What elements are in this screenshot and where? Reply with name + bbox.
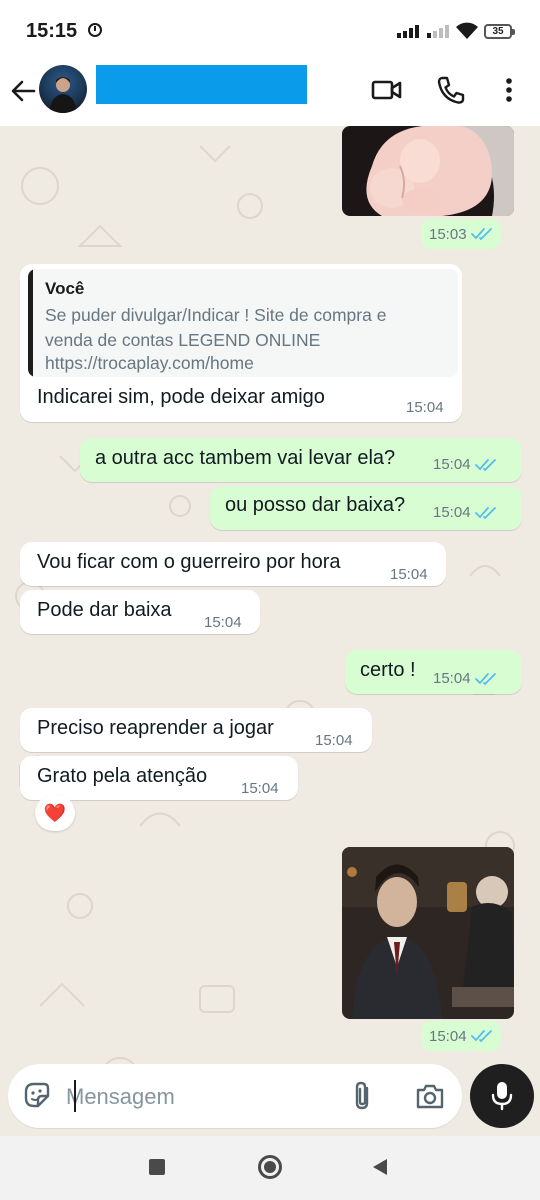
video-camera-icon[interactable] bbox=[368, 72, 404, 108]
triangle-back-icon[interactable] bbox=[372, 1158, 388, 1176]
message-time: 15:04 bbox=[406, 399, 444, 416]
image-message-time: 15:04 bbox=[421, 1021, 501, 1051]
message-text: a outra acc tambem vai levar ela? bbox=[95, 447, 396, 469]
message-time: 15:04 bbox=[241, 780, 279, 797]
text-caret bbox=[74, 1080, 76, 1112]
message-time: 15:04 bbox=[204, 614, 242, 631]
chat-area[interactable]: 15:03 Você Se puder divulgar/Indicar ! S… bbox=[0, 126, 540, 1136]
message-text: Preciso reaprender a jogar bbox=[37, 717, 274, 739]
microphone-button[interactable] bbox=[470, 1064, 534, 1128]
message-meta: 15:04 bbox=[433, 670, 497, 687]
image-message-time: 15:03 bbox=[421, 219, 501, 249]
message-text: Pode dar baixa bbox=[37, 599, 172, 621]
signal-icon bbox=[397, 24, 419, 38]
microphone-icon bbox=[491, 1082, 513, 1111]
status-time: 15:15 bbox=[26, 20, 78, 42]
message-time: 15:04 bbox=[390, 566, 428, 583]
chat-header bbox=[0, 60, 540, 126]
alarm-icon bbox=[88, 23, 102, 37]
double-check-icon bbox=[474, 506, 496, 519]
quote-text-line: venda de contas LEGEND ONLINE bbox=[45, 330, 321, 350]
battery-level: 35 bbox=[492, 26, 504, 37]
system-navigation-bar bbox=[0, 1136, 540, 1200]
paperclip-icon[interactable] bbox=[350, 1080, 376, 1112]
quote-text-line: Se puder divulgar/Indicar ! Site de comp… bbox=[45, 305, 387, 325]
wifi-icon bbox=[456, 22, 478, 39]
message-time: 15:04 bbox=[433, 670, 471, 687]
message-text: Indicarei sim, pode deixar amigo bbox=[37, 386, 325, 408]
camera-icon[interactable] bbox=[414, 1081, 446, 1111]
double-check-icon bbox=[474, 672, 496, 685]
message-time: 15:04 bbox=[433, 504, 471, 521]
circle-home-icon[interactable] bbox=[258, 1155, 282, 1179]
message-time: 15:04 bbox=[433, 456, 471, 473]
avatar[interactable] bbox=[39, 65, 87, 113]
more-vertical-icon[interactable] bbox=[491, 72, 527, 108]
message-composer bbox=[8, 1064, 462, 1128]
square-recents-icon[interactable] bbox=[149, 1159, 165, 1175]
message-time: 15:04 bbox=[429, 1027, 467, 1045]
message-time: 15:03 bbox=[429, 225, 467, 243]
heart-reaction-icon: ❤️ bbox=[43, 802, 67, 823]
quote-author: Você bbox=[45, 279, 85, 298]
image-message-photo[interactable] bbox=[342, 847, 514, 1019]
message-reaction[interactable]: ❤️ bbox=[35, 795, 75, 831]
message-text: Vou ficar com o guerreiro por hora bbox=[37, 551, 341, 573]
double-check-icon bbox=[474, 458, 496, 471]
message-meta: 15:04 bbox=[433, 456, 497, 473]
phone-icon[interactable] bbox=[433, 72, 469, 108]
sticker-icon[interactable] bbox=[22, 1080, 52, 1110]
message-text: Grato pela atenção bbox=[37, 765, 208, 787]
message-meta: 15:04 bbox=[433, 504, 497, 521]
signal-icon-secondary bbox=[427, 24, 449, 38]
quoted-message[interactable]: Você Se puder divulgar/Indicar ! Site de… bbox=[28, 269, 458, 377]
image-message-baby-hand[interactable] bbox=[342, 126, 514, 216]
arrow-left-icon[interactable] bbox=[8, 74, 38, 108]
status-bar: 15:15 35 bbox=[0, 0, 540, 60]
message-text: ou posso dar baixa? bbox=[225, 494, 406, 516]
double-check-icon bbox=[470, 228, 492, 241]
contact-name[interactable] bbox=[96, 65, 307, 104]
message-input[interactable] bbox=[66, 1082, 336, 1112]
double-check-icon bbox=[470, 1030, 492, 1043]
quote-link: https://trocaplay.com/home bbox=[45, 353, 254, 373]
message-text: certo ! bbox=[360, 659, 416, 681]
message-time: 15:04 bbox=[315, 732, 353, 749]
battery-icon: 35 bbox=[484, 24, 515, 39]
